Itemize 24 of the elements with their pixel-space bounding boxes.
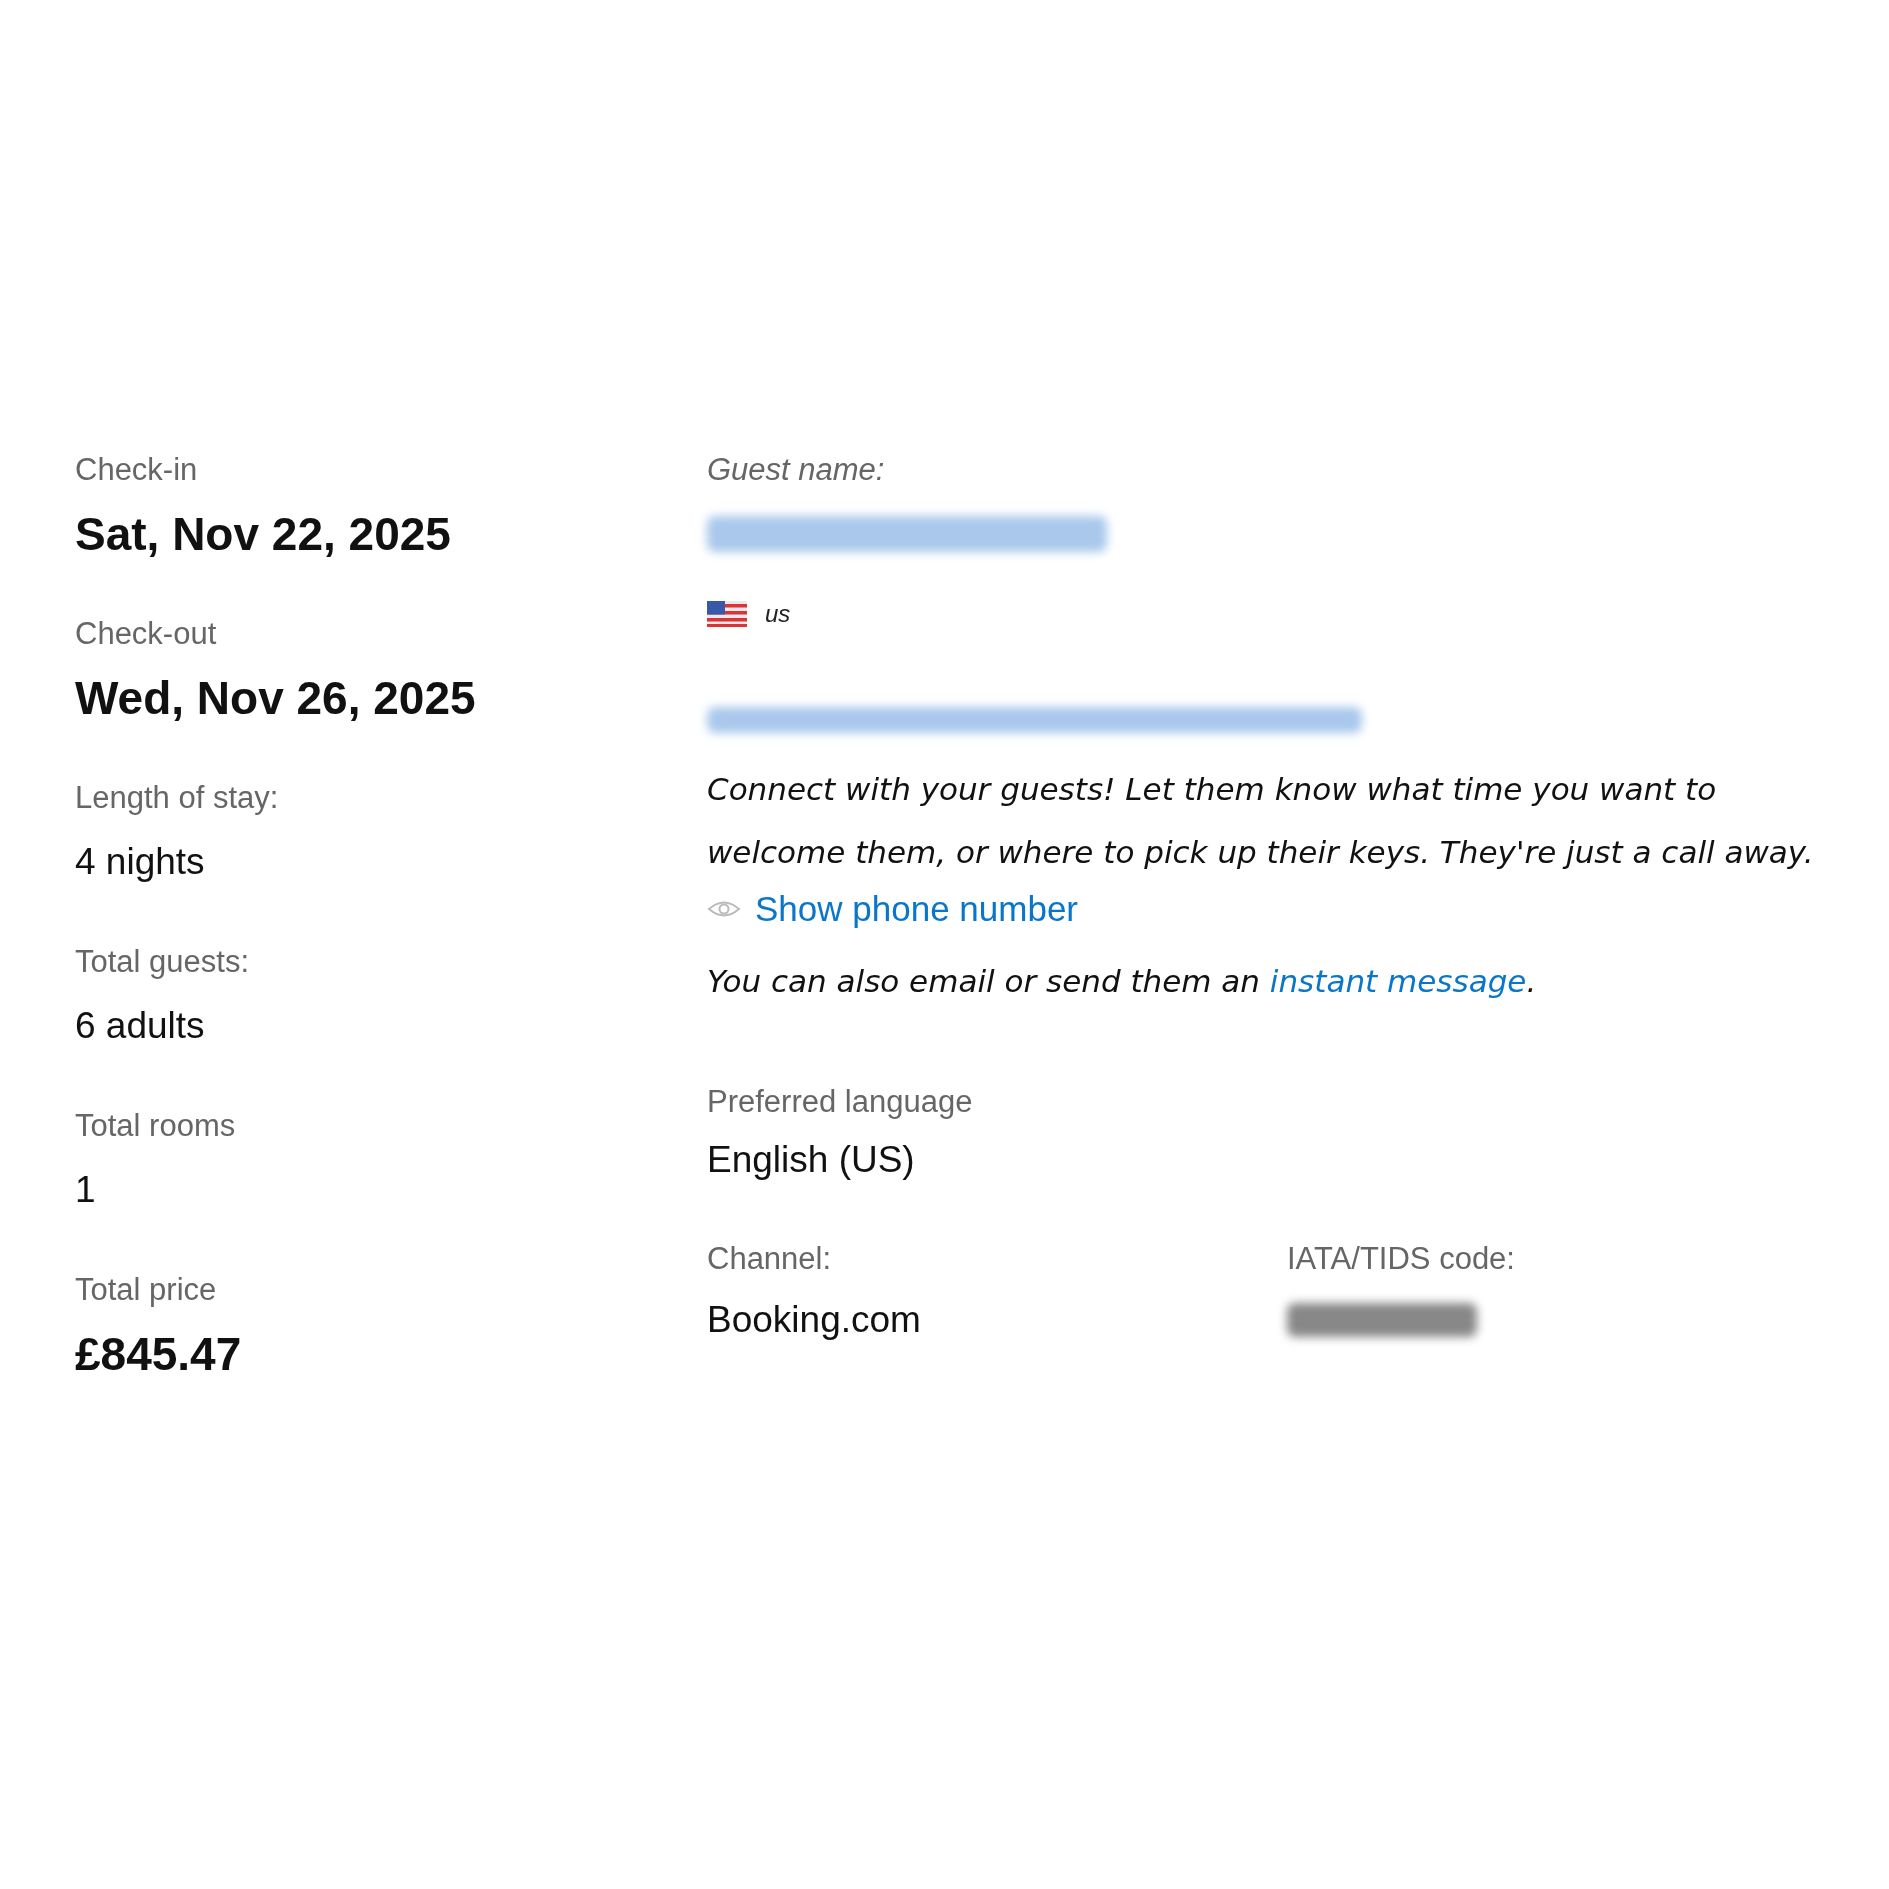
flag-icon: [707, 601, 747, 627]
field-value: Booking.com: [707, 1298, 921, 1342]
field-label: Check-out: [75, 615, 218, 653]
field-value: English (US): [707, 1138, 916, 1182]
field-label: Total price: [75, 1271, 218, 1309]
show-phone-link[interactable]: Show phone number: [755, 889, 1078, 929]
field-value: £845.47: [75, 1327, 243, 1382]
contact-text: You can also email or send them an instant message.: [707, 962, 1538, 1001]
field-value: 4 nights: [75, 840, 206, 884]
field-label: Length of stay:: [75, 779, 280, 817]
field-value: Sat, Nov 22, 2025: [75, 507, 452, 562]
field-value: 1: [75, 1168, 97, 1212]
field-label: Total guests:: [75, 943, 251, 981]
field-value: Wed, Nov 26, 2025: [75, 671, 477, 726]
field-label: Check-in: [75, 451, 199, 489]
instant-message-link[interactable]: instant message: [1269, 963, 1527, 999]
field-label: Guest name:: [707, 451, 886, 489]
field-label: Channel:: [707, 1240, 833, 1278]
field-label: IATA/TIDS code:: [1287, 1240, 1516, 1278]
field-value: 6 adults: [75, 1004, 206, 1048]
field-label: Preferred language: [707, 1083, 974, 1121]
message-text: Connect with your guests! Let them know what time you want to welcome them, or where to pick up their keys. They're just a call away.: [707, 770, 1815, 872]
country-code: us: [765, 600, 791, 628]
field-label: Total rooms: [75, 1107, 237, 1145]
